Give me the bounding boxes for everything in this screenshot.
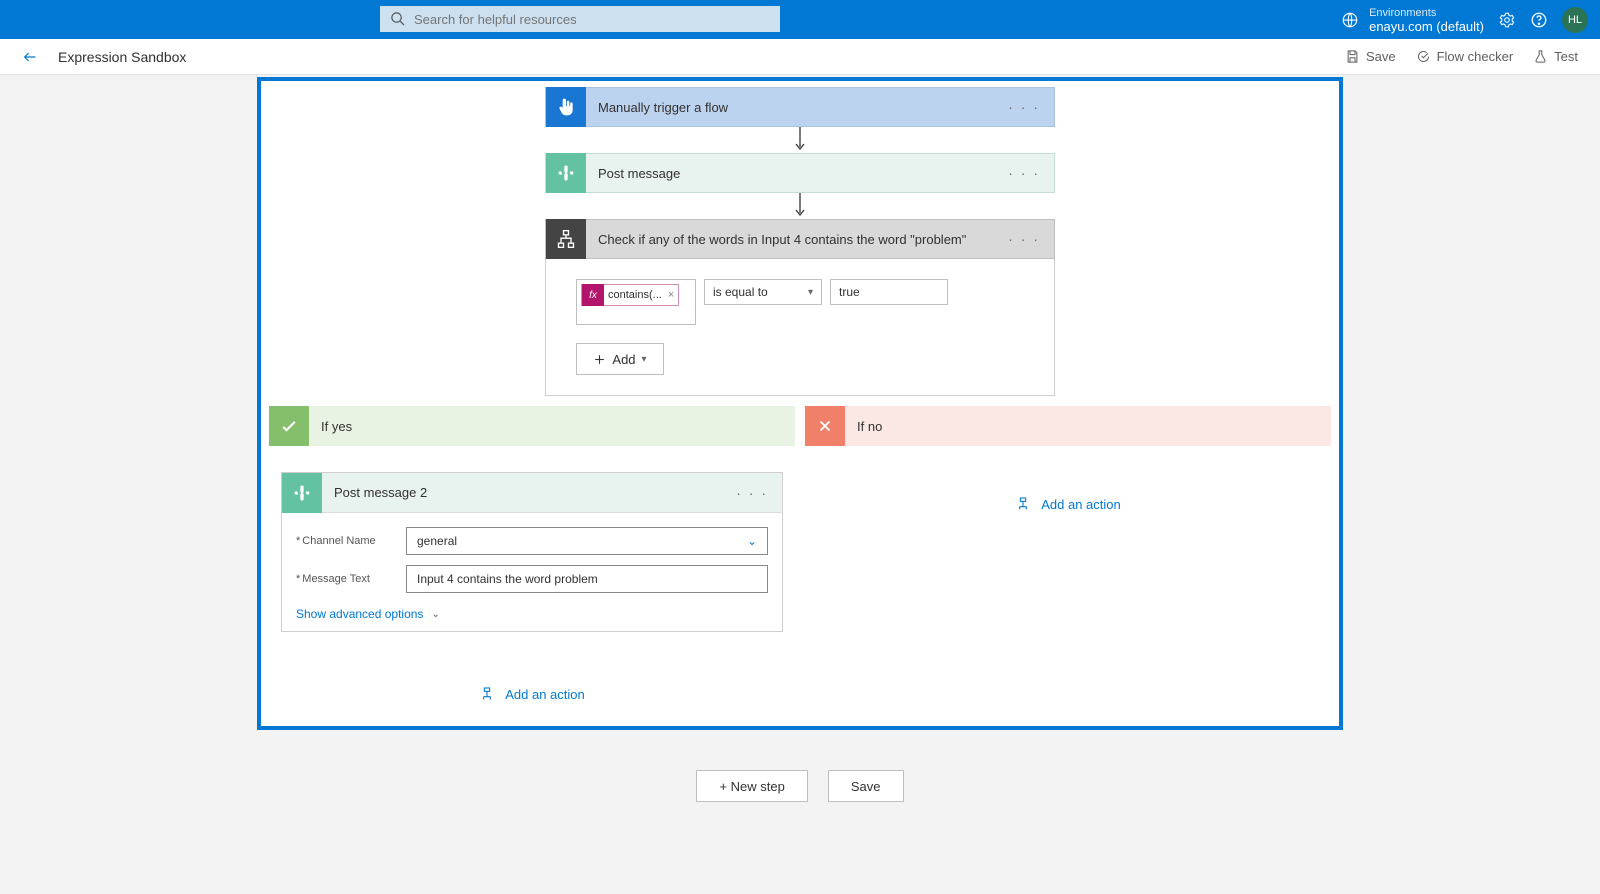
back-arrow-icon[interactable] — [22, 49, 38, 65]
post-message-step[interactable]: Post message · · · — [545, 153, 1055, 193]
condition-body: fx contains(... × is equal to ▾ true — [545, 259, 1055, 396]
message-text-value: Input 4 contains the word problem — [417, 572, 598, 586]
expression-token[interactable]: fx contains(... × — [581, 284, 679, 306]
top-header: Environments enayu.com (default) HL — [0, 0, 1600, 39]
test-label: Test — [1554, 49, 1578, 64]
channel-name-label: Channel Name — [296, 535, 406, 547]
add-action-yes-label: Add an action — [505, 687, 585, 702]
if-yes-branch: If yes Post message 2 · · · — [269, 406, 795, 718]
trigger-step[interactable]: Manually trigger a flow · · · — [545, 87, 1055, 127]
settings-icon[interactable] — [1498, 11, 1516, 29]
manual-trigger-icon — [546, 87, 586, 127]
if-no-title: If no — [845, 419, 882, 434]
post-message-2-header[interactable]: Post message 2 · · · — [282, 473, 782, 513]
post-message-2-card: Post message 2 · · · Channel Name genera… — [281, 472, 783, 632]
flow-checker-button[interactable]: Flow checker — [1416, 49, 1514, 64]
if-no-header[interactable]: If no — [805, 406, 1331, 446]
footer-buttons: + New step Save — [0, 770, 1600, 802]
message-text-input[interactable]: Input 4 contains the word problem — [406, 565, 768, 593]
connector-arrow — [793, 127, 807, 153]
chevron-down-icon: ⌄ — [747, 534, 757, 548]
chevron-down-icon: ▾ — [808, 287, 813, 298]
save-button[interactable]: Save — [1345, 49, 1396, 64]
operator-value: is equal to — [713, 285, 768, 299]
post-message-2-title: Post message 2 — [322, 485, 722, 500]
condition-left-operand[interactable]: fx contains(... × — [576, 279, 696, 325]
avatar[interactable]: HL — [1562, 7, 1588, 33]
x-icon — [805, 406, 845, 446]
condition-value: true — [839, 285, 860, 299]
condition-step[interactable]: Check if any of the words in Input 4 con… — [545, 219, 1055, 259]
environment-name: enayu.com (default) — [1369, 20, 1484, 33]
show-advanced-options[interactable]: Show advanced options ⌄ — [296, 607, 440, 621]
connector-arrow — [793, 193, 807, 219]
environment-icon — [1341, 11, 1359, 29]
save-flow-button[interactable]: Save — [828, 770, 904, 802]
post-message-2-menu-icon[interactable]: · · · — [722, 485, 782, 501]
condition-operator-select[interactable]: is equal to ▾ — [704, 279, 822, 305]
new-step-button[interactable]: + New step — [696, 770, 807, 802]
post-message-menu-icon[interactable]: · · · — [994, 165, 1054, 181]
search-input[interactable] — [380, 6, 780, 32]
channel-name-select[interactable]: general ⌄ — [406, 527, 768, 555]
advanced-label: Show advanced options — [296, 607, 423, 621]
slack-icon — [546, 153, 586, 193]
add-condition-button[interactable]: Add ▾ — [576, 343, 664, 375]
add-action-no-label: Add an action — [1041, 497, 1121, 512]
condition-title: Check if any of the words in Input 4 con… — [586, 232, 994, 247]
page-title: Expression Sandbox — [58, 49, 186, 65]
chevron-down-icon: ⌄ — [431, 609, 439, 620]
help-icon[interactable] — [1530, 11, 1548, 29]
condition-menu-icon[interactable]: · · · — [994, 231, 1054, 247]
environment-label: Environments — [1369, 7, 1484, 20]
if-yes-title: If yes — [309, 419, 352, 434]
environment-picker[interactable]: Environments enayu.com (default) — [1341, 7, 1484, 33]
message-text-label: Message Text — [296, 573, 406, 585]
condition-value-input[interactable]: true — [830, 279, 948, 305]
trigger-menu-icon[interactable]: · · · — [994, 99, 1054, 115]
page-toolbar: Expression Sandbox Save Flow checker Tes… — [0, 39, 1600, 75]
search-icon — [390, 11, 405, 26]
test-button[interactable]: Test — [1533, 49, 1578, 64]
slack-icon — [282, 473, 322, 513]
trigger-title: Manually trigger a flow — [586, 100, 994, 115]
add-label: Add — [612, 352, 635, 367]
save-label: Save — [1366, 49, 1396, 64]
remove-token-icon[interactable]: × — [668, 289, 674, 301]
if-yes-header[interactable]: If yes — [269, 406, 795, 446]
token-text: contains(... — [608, 289, 662, 301]
post-message-title: Post message — [586, 166, 994, 181]
search-container — [380, 6, 780, 32]
add-action-no[interactable]: Add an action — [1015, 490, 1121, 518]
flow-canvas: Manually trigger a flow · · · Post messa… — [257, 77, 1343, 730]
channel-name-value: general — [417, 534, 457, 548]
flow-checker-label: Flow checker — [1437, 49, 1514, 64]
condition-icon — [546, 219, 586, 259]
if-no-branch: If no Add an action — [805, 406, 1331, 718]
chevron-down-icon: ▾ — [642, 354, 647, 365]
check-icon — [269, 406, 309, 446]
fx-icon: fx — [582, 284, 604, 306]
add-action-yes[interactable]: Add an action — [281, 680, 783, 708]
